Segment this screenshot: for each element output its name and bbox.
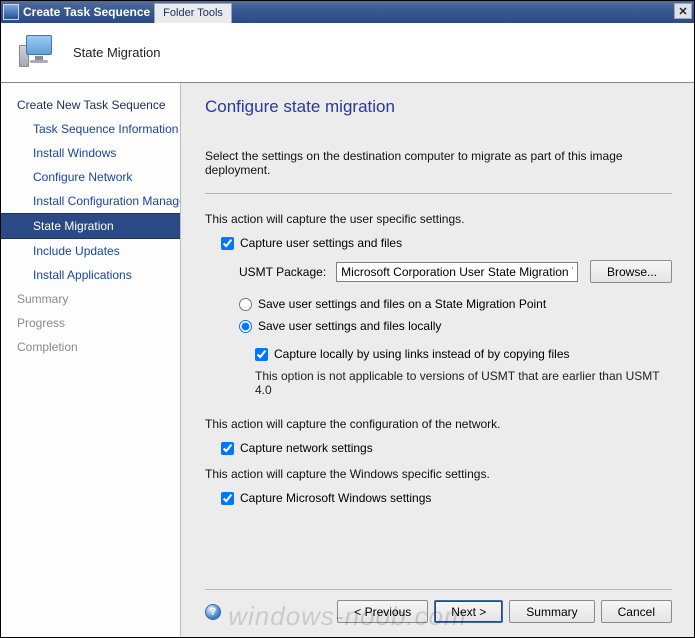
sidebar-item-include-updates[interactable]: Include Updates [1,239,180,263]
sidebar-item-install-applications[interactable]: Install Applications [1,263,180,287]
sidebar-item-task-sequence-information[interactable]: Task Sequence Information [1,117,180,141]
close-button[interactable]: ✕ [674,3,692,19]
sidebar-item-label: Configure Network [33,170,132,184]
titlebar: Create Task Sequence Folder Tools ✕ [1,1,694,23]
wizard-banner: State Migration [1,23,694,83]
capture-windows-checkbox[interactable] [221,492,234,505]
save-local-row: Save user settings and files locally [239,319,672,333]
help-icon[interactable]: ? [205,604,221,620]
wizard-sidebar: Create New Task Sequence Task Sequence I… [1,83,181,637]
window-title: Create Task Sequence [23,5,150,19]
divider [205,193,672,194]
page-heading: Configure state migration [205,97,672,117]
sidebar-item-label: Task Sequence Information [33,122,178,136]
save-smp-radio[interactable] [239,298,252,311]
intro-text: Select the settings on the destination c… [205,149,672,177]
sidebar-item-label: Install Configuration Manager [33,194,180,208]
wizard-body: Create New Task Sequence Task Sequence I… [1,83,694,637]
ribbon-tab-folder-tools[interactable]: Folder Tools [154,3,232,23]
capture-user-row: Capture user settings and files [221,236,672,250]
usmt-package-row: USMT Package: Browse... [205,260,672,283]
sidebar-item-label: Create New Task Sequence [17,98,166,112]
capture-network-label: Capture network settings [240,441,373,455]
user-section-text: This action will capture the user specif… [205,212,672,226]
capture-links-label: Capture locally by using links instead o… [274,347,570,361]
capture-links-checkbox[interactable] [255,348,268,361]
sidebar-item-label: State Migration [33,219,114,233]
sidebar-item-label: Install Windows [33,146,116,160]
sidebar-item-configure-network[interactable]: Configure Network [1,165,180,189]
save-local-label: Save user settings and files locally [258,319,441,333]
sidebar-item-label: Summary [17,292,68,306]
save-local-radio[interactable] [239,320,252,333]
windows-section-text: This action will capture the Windows spe… [205,467,672,481]
sidebar-item-install-configuration-manager[interactable]: Install Configuration Manager [1,189,180,213]
usmt-package-label: USMT Package: [239,265,326,279]
cancel-button[interactable]: Cancel [601,600,672,623]
sidebar-item-state-migration[interactable]: State Migration [1,213,180,239]
usmt-package-input[interactable] [336,262,578,282]
wizard-content: Configure state migration Select the set… [181,83,694,637]
banner-title: State Migration [73,45,160,60]
wizard-footer: ? < Previous Next > Summary Cancel [205,589,672,637]
sidebar-item-create-new-task-sequence[interactable]: Create New Task Sequence [1,93,180,117]
sidebar-item-install-windows[interactable]: Install Windows [1,141,180,165]
computer-icon [19,35,55,71]
summary-button[interactable]: Summary [509,600,594,623]
sidebar-item-label: Install Applications [33,268,132,282]
capture-windows-row: Capture Microsoft Windows settings [221,491,672,505]
save-smp-row: Save user settings and files on a State … [239,297,672,311]
sidebar-item-progress[interactable]: Progress [1,311,180,335]
sidebar-item-summary[interactable]: Summary [1,287,180,311]
browse-button[interactable]: Browse... [590,260,672,283]
capture-user-label: Capture user settings and files [240,236,402,250]
capture-user-checkbox[interactable] [221,237,234,250]
capture-network-row: Capture network settings [221,441,672,455]
app-icon [3,4,19,20]
network-section-text: This action will capture the configurati… [205,417,672,431]
save-smp-label: Save user settings and files on a State … [258,297,546,311]
sidebar-item-label: Progress [17,316,65,330]
capture-windows-label: Capture Microsoft Windows settings [240,491,431,505]
capture-network-checkbox[interactable] [221,442,234,455]
previous-button[interactable]: < Previous [337,600,428,623]
usmt-version-note: This option is not applicable to version… [255,369,672,397]
next-button[interactable]: Next > [434,600,503,623]
close-icon: ✕ [678,5,687,18]
capture-links-row: Capture locally by using links instead o… [255,347,672,361]
sidebar-item-completion[interactable]: Completion [1,335,180,359]
sidebar-item-label: Include Updates [33,244,120,258]
sidebar-item-label: Completion [17,340,78,354]
